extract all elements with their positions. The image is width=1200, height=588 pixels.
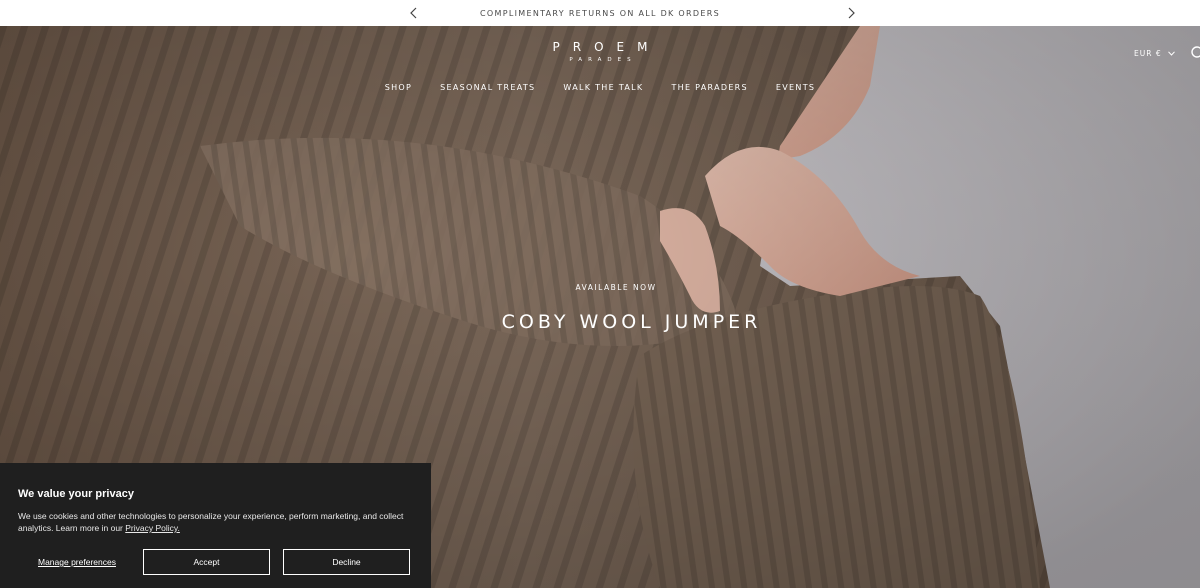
logo-main-text: PROEM: [552, 40, 661, 54]
brand-logo[interactable]: PROEM PARADES: [0, 40, 1200, 63]
cookie-text: We use cookies and other technologies to…: [18, 510, 408, 534]
privacy-policy-link[interactable]: Privacy Policy.: [125, 523, 180, 533]
accept-button[interactable]: Accept: [143, 549, 270, 575]
cookie-description: We use cookies and other technologies to…: [18, 511, 404, 533]
cookie-title: We value your privacy: [18, 488, 134, 500]
currency-label: EUR €: [1134, 49, 1162, 58]
nav-item-walk-the-talk[interactable]: WALK THE TALK: [563, 83, 643, 92]
chevron-right-icon[interactable]: [843, 4, 859, 22]
nav-item-events[interactable]: EVENTS: [776, 83, 815, 92]
nav-item-the-paraders[interactable]: THE PARADERS: [671, 83, 747, 92]
logo-sub-text: PARADES: [569, 57, 637, 63]
chevron-left-icon[interactable]: [406, 4, 422, 22]
manage-preferences-link[interactable]: Manage preferences: [38, 557, 116, 567]
decline-button[interactable]: Decline: [283, 549, 410, 575]
currency-selector[interactable]: EUR €: [1134, 49, 1175, 58]
hero-title[interactable]: COBY WOOL JUMPER: [0, 311, 1200, 333]
announcement-bar: COMPLIMENTARY RETURNS ON ALL DK ORDERS: [0, 0, 1200, 26]
main-nav: SHOP SEASONAL TREATS WALK THE TALK THE P…: [0, 83, 1200, 92]
chevron-down-icon: [1167, 51, 1175, 56]
nav-item-seasonal-treats[interactable]: SEASONAL TREATS: [440, 83, 535, 92]
search-icon[interactable]: [1190, 45, 1200, 61]
nav-item-shop[interactable]: SHOP: [385, 83, 412, 92]
hero-eyebrow: AVAILABLE NOW: [575, 283, 657, 292]
cookie-banner: We value your privacy We use cookies and…: [0, 463, 431, 588]
announcement-text: COMPLIMENTARY RETURNS ON ALL DK ORDERS: [480, 8, 720, 18]
